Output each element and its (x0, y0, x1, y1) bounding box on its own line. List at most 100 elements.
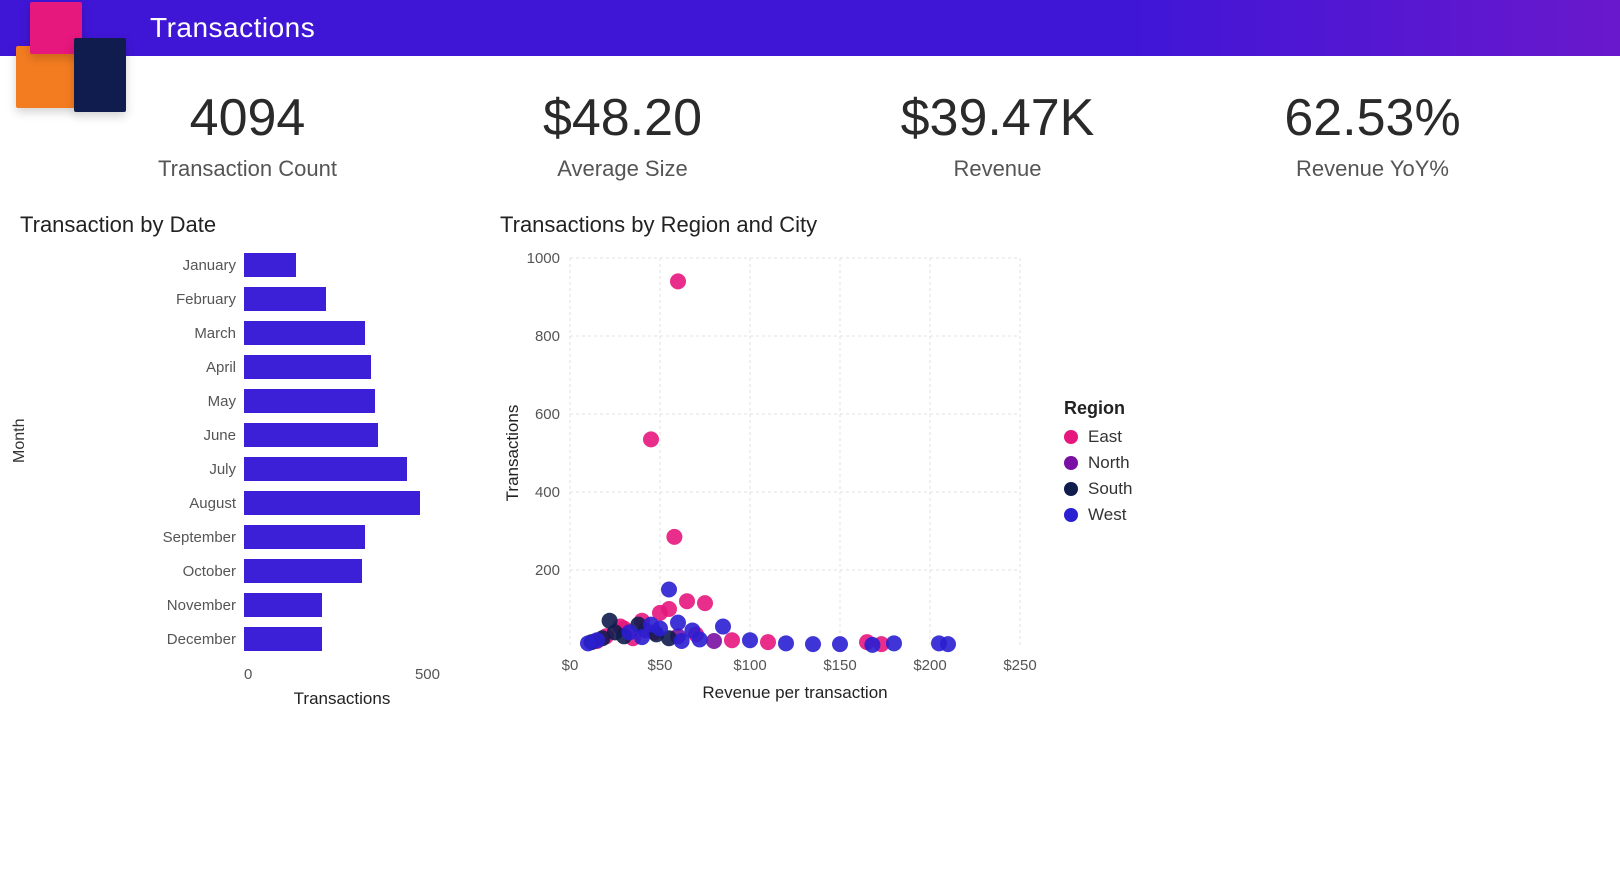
kpi-value: 4094 (118, 88, 378, 148)
legend-label: East (1088, 427, 1122, 447)
svg-text:Transactions: Transactions (503, 405, 522, 502)
bar-row[interactable]: November (150, 588, 440, 622)
legend-label: North (1088, 453, 1130, 473)
scatter-point[interactable] (670, 615, 686, 631)
logo-tile-pink (30, 2, 82, 54)
legend-swatch (1064, 456, 1078, 470)
scatter-point[interactable] (715, 619, 731, 635)
legend-swatch (1064, 482, 1078, 496)
bar-category-label: October (150, 563, 236, 580)
legend-swatch (1064, 430, 1078, 444)
kpi-revenue: $39.47K Revenue (868, 88, 1128, 182)
bar-fill (244, 253, 296, 277)
bar-category-label: January (150, 257, 236, 274)
scatter-point[interactable] (886, 635, 902, 651)
scatter-legend: Region East North South West (1064, 398, 1132, 531)
svg-text:$50: $50 (647, 657, 672, 674)
bar-fill (244, 457, 407, 481)
svg-text:$100: $100 (733, 657, 766, 674)
legend-label: South (1088, 479, 1132, 499)
bar-xtick: 500 (415, 666, 440, 683)
scatter-point[interactable] (724, 632, 740, 648)
scatter-point[interactable] (864, 637, 880, 653)
bar-row[interactable]: August (150, 486, 440, 520)
legend-label: West (1088, 505, 1126, 525)
bar-row[interactable]: April (150, 350, 440, 384)
scatter-point[interactable] (674, 633, 690, 649)
scatter-point[interactable] (706, 633, 722, 649)
bar-row[interactable]: October (150, 554, 440, 588)
bar-category-label: June (150, 427, 236, 444)
scatter-point[interactable] (666, 529, 682, 545)
legend-item[interactable]: North (1064, 453, 1132, 473)
svg-text:$150: $150 (823, 657, 856, 674)
bar-row[interactable]: March (150, 316, 440, 350)
legend-item[interactable]: South (1064, 479, 1132, 499)
bar-category-label: April (150, 359, 236, 376)
scatter-point[interactable] (692, 631, 708, 647)
bar-fill (244, 423, 378, 447)
bar-category-label: November (150, 597, 236, 614)
bar-category-label: March (150, 325, 236, 342)
scatter-point[interactable] (679, 593, 695, 609)
scatter-point[interactable] (661, 601, 677, 617)
bar-fill (244, 627, 322, 651)
bar-chart-title: Transaction by Date (20, 212, 460, 238)
bar-row[interactable]: June (150, 418, 440, 452)
kpi-row: 4094 Transaction Count $48.20 Average Si… (0, 88, 1620, 182)
legend-title: Region (1064, 398, 1132, 419)
bar-chart[interactable]: Transaction by Date Month JanuaryFebruar… (20, 212, 460, 708)
bar-row[interactable]: January (150, 248, 440, 282)
kpi-label: Average Size (493, 156, 753, 182)
bar-fill (244, 491, 420, 515)
charts-area: Transaction by Date Month JanuaryFebruar… (0, 182, 1620, 708)
bar-category-label: August (150, 495, 236, 512)
scatter-point[interactable] (643, 431, 659, 447)
svg-text:$0: $0 (562, 657, 579, 674)
kpi-label: Transaction Count (118, 156, 378, 182)
bar-category-label: May (150, 393, 236, 410)
bar-fill (244, 559, 362, 583)
scatter-chart[interactable]: Transactions by Region and City 20040060… (500, 212, 1600, 708)
kpi-revenue-yoy: 62.53% Revenue YoY% (1243, 88, 1503, 182)
scatter-point[interactable] (697, 595, 713, 611)
bar-category-label: September (150, 529, 236, 546)
bar-category-label: July (150, 461, 236, 478)
scatter-point[interactable] (760, 634, 776, 650)
bar-chart-plot: Month JanuaryFebruaryMarchAprilMayJuneJu… (20, 248, 440, 678)
svg-text:200: 200 (535, 562, 560, 579)
scatter-point[interactable] (670, 273, 686, 289)
bar-row[interactable]: May (150, 384, 440, 418)
bar-fill (244, 321, 365, 345)
svg-text:$200: $200 (913, 657, 946, 674)
legend-item[interactable]: West (1064, 505, 1132, 525)
scatter-point[interactable] (661, 582, 677, 598)
bar-row[interactable]: December (150, 622, 440, 656)
bar-chart-xaxis: 0 500 (150, 666, 440, 683)
scatter-point[interactable] (589, 632, 605, 648)
bar-row[interactable]: July (150, 452, 440, 486)
scatter-point[interactable] (778, 635, 794, 651)
svg-text:800: 800 (535, 328, 560, 345)
bar-row[interactable]: February (150, 282, 440, 316)
page-title: Transactions (150, 12, 315, 44)
legend-item[interactable]: East (1064, 427, 1132, 447)
scatter-point[interactable] (832, 636, 848, 652)
kpi-label: Revenue (868, 156, 1128, 182)
scatter-chart-title: Transactions by Region and City (500, 212, 1600, 238)
bar-fill (244, 355, 371, 379)
bar-category-label: February (150, 291, 236, 308)
bar-fill (244, 525, 365, 549)
bar-row[interactable]: September (150, 520, 440, 554)
bar-xtick: 0 (244, 666, 252, 683)
bar-fill (244, 287, 326, 311)
kpi-average-size: $48.20 Average Size (493, 88, 753, 182)
scatter-point[interactable] (742, 632, 758, 648)
scatter-chart-plot: 2004006008001000$0$50$100$150$200$250Rev… (500, 248, 1040, 708)
scatter-point[interactable] (940, 636, 956, 652)
scatter-point[interactable] (805, 636, 821, 652)
scatter-point[interactable] (634, 629, 650, 645)
svg-text:600: 600 (535, 406, 560, 423)
kpi-label: Revenue YoY% (1243, 156, 1503, 182)
kpi-value: $39.47K (868, 88, 1128, 148)
